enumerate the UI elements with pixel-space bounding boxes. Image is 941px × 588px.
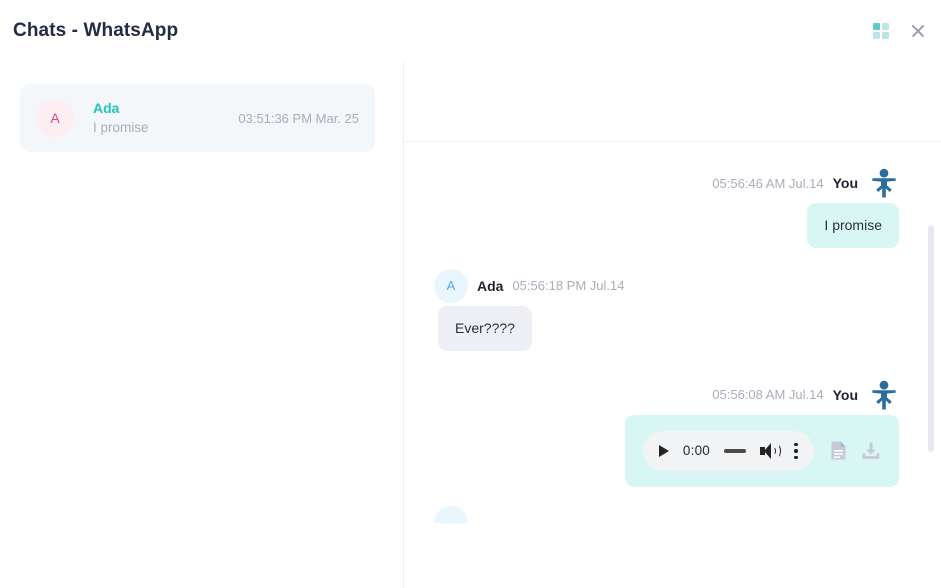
grid-apps-icon[interactable] — [873, 23, 889, 39]
message-out-i-promise: 05:56:46 AM Jul.14 You I promise — [434, 163, 901, 248]
avatar: A — [36, 99, 74, 137]
download-icon[interactable] — [861, 441, 881, 461]
message-bubble: I promise — [807, 203, 899, 248]
scrollbar-thumb[interactable] — [928, 225, 934, 452]
message-in-ever: A Ada 05:56:18 PM Jul.14 Ever???? — [434, 266, 901, 351]
volume-icon[interactable] — [760, 442, 781, 459]
whatsapp-window: Chats - WhatsApp A Ada I promise 03:51:3… — [0, 0, 941, 588]
message-scrollbar[interactable] — [927, 143, 935, 588]
chat-list-sidebar: A Ada I promise 03:51:36 PM Mar. 25 — [0, 62, 404, 588]
titlebar-actions — [873, 0, 927, 62]
message-header — [434, 503, 901, 523]
message-bubble: Ever???? — [438, 305, 532, 351]
attachment-actions — [830, 440, 881, 461]
message-list: 05:56:46 AM Jul.14 You I promise A Ada 0… — [404, 143, 941, 588]
close-icon[interactable] — [909, 22, 927, 40]
chat-item-preview: I promise — [93, 120, 149, 136]
message-in-partial — [434, 503, 901, 523]
message-header: 05:56:08 AM Jul.14 You — [434, 375, 901, 415]
chat-item-timestamp: 03:51:36 PM Mar. 25 — [238, 110, 359, 126]
audio-progress-slider[interactable] — [724, 448, 746, 453]
title-bar: Chats - WhatsApp — [0, 0, 941, 62]
play-icon[interactable] — [658, 444, 669, 457]
person-figure-icon — [867, 378, 901, 412]
more-options-icon[interactable] — [794, 442, 798, 460]
conversation-pane: 05:56:46 AM Jul.14 You I promise A Ada 0… — [404, 62, 941, 588]
message-header: A Ada 05:56:18 PM Jul.14 — [434, 266, 901, 306]
document-icon[interactable] — [830, 440, 847, 461]
avatar — [434, 505, 468, 523]
audio-player[interactable]: 0:00 — [642, 430, 814, 471]
message-out-audio: 05:56:08 AM Jul.14 You 0:00 — [434, 375, 901, 487]
message-timestamp: 05:56:08 AM Jul.14 — [712, 387, 824, 403]
person-figure-icon — [867, 166, 901, 200]
avatar: A — [434, 268, 468, 303]
audio-current-time: 0:00 — [682, 442, 710, 458]
chat-list-item-ada[interactable]: A Ada I promise 03:51:36 PM Mar. 25 — [20, 84, 375, 152]
window-body: A Ada I promise 03:51:36 PM Mar. 25 05:5… — [0, 62, 941, 588]
message-sender: You — [832, 386, 858, 403]
conversation-topbar — [404, 62, 941, 142]
chat-item-name: Ada — [93, 99, 120, 116]
audio-message-bubble: 0:00 — [624, 414, 899, 487]
message-timestamp: 05:56:18 PM Jul.14 — [512, 278, 625, 294]
message-sender: Ada — [477, 277, 504, 294]
window-title: Chats - WhatsApp — [13, 20, 179, 41]
chat-item-meta: Ada I promise — [93, 98, 228, 139]
message-sender: You — [832, 175, 858, 191]
message-timestamp: 05:56:46 AM Jul.14 — [712, 175, 824, 191]
message-header: 05:56:46 AM Jul.14 You — [434, 163, 901, 203]
